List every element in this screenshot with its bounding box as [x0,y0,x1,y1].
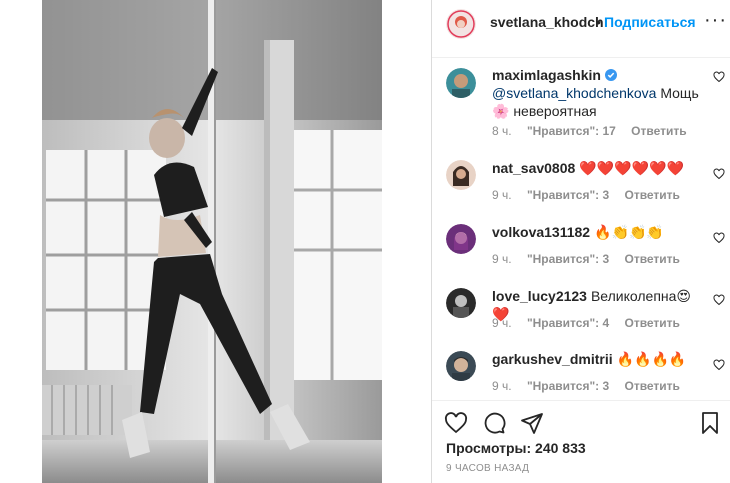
commenter-avatar[interactable] [446,68,476,98]
views-count[interactable]: Просмотры: 240 833 [446,440,586,456]
comment-like-icon[interactable] [713,168,725,180]
comment-meta: 9 ч. "Нравится": 3 Ответить [492,379,692,393]
paper-plane-icon[interactable] [520,411,544,435]
reply-button[interactable]: Ответить [631,124,686,138]
commenter-avatar[interactable] [446,351,476,381]
comment-text: nat_sav0808 ❤️❤️❤️❤️❤️❤️ [492,159,702,177]
comment-time[interactable]: 8 ч. [492,124,512,138]
bookmark-icon[interactable] [698,411,722,435]
comment-item: love_lucy2123 Великолепна😍❤️ 9 ч. "Нравит… [432,286,730,336]
comment-body: ❤️❤️❤️❤️❤️❤️ [579,160,684,176]
comment-time[interactable]: 9 ч. [492,188,512,202]
heart-outline-icon[interactable] [444,411,468,435]
comment-time[interactable]: 9 ч. [492,316,512,330]
comment-likes[interactable]: "Нравится": 17 [527,124,616,138]
comment-like-icon[interactable] [713,359,725,371]
follow-button[interactable]: Подписаться [604,14,696,30]
commenter-avatar[interactable] [446,160,476,190]
comment-item: garkushev_dmitrii 🔥🔥🔥🔥 9 ч. "Нравится": 3… [432,349,730,399]
verified-badge-icon [604,69,617,81]
comment-text: maximlagashkin @svetlana_khodchenkova Мощ… [492,66,702,120]
post-side-panel: svetlana_khodch • Подписаться ··· maximl… [432,0,730,483]
more-options-icon[interactable]: ··· [704,10,726,32]
comment-item: nat_sav0808 ❤️❤️❤️❤️❤️❤️ 9 ч. "Нравится":… [432,158,730,208]
reply-button[interactable]: Ответить [624,188,679,202]
post-media-area [0,0,432,483]
comment-likes[interactable]: "Нравится": 3 [527,252,609,266]
author-avatar[interactable] [446,9,476,39]
comment-username[interactable]: nat_sav0808 [492,160,575,176]
reply-button[interactable]: Ответить [624,316,679,330]
comment-like-icon[interactable] [713,71,725,83]
comment-meta: 9 ч. "Нравится": 4 Ответить [492,316,692,330]
pole-dancer-photo [42,0,382,483]
comment-username[interactable]: volkova131182 [492,224,590,240]
comment-like-icon[interactable] [713,232,725,244]
comment-username[interactable]: maximlagashkin [492,67,601,83]
post-photo[interactable] [42,0,382,483]
comment-bubble-icon[interactable] [482,411,506,435]
comment-body: 🔥👏👏👏 [594,224,664,240]
commenter-avatar[interactable] [446,288,476,318]
author-username[interactable]: svetlana_khodch [490,14,604,30]
comment-time[interactable]: 9 ч. [492,379,512,393]
reply-button[interactable]: Ответить [624,379,679,393]
header-separator: • [596,14,601,30]
comment-likes[interactable]: "Нравится": 3 [527,379,609,393]
comment-meta: 8 ч. "Нравится": 17 Ответить [492,124,699,138]
comment-meta: 9 ч. "Нравится": 3 Ответить [492,188,692,202]
comment-text: volkova131182 🔥👏👏👏 [492,223,702,241]
comment-like-icon[interactable] [713,294,725,306]
comment-username[interactable]: garkushev_dmitrii [492,351,613,367]
commenter-avatar[interactable] [446,224,476,254]
comment-mention[interactable]: @svetlana_khodchenkova [492,85,656,101]
comment-time[interactable]: 9 ч. [492,252,512,266]
reply-button[interactable]: Ответить [624,252,679,266]
comment-likes[interactable]: "Нравится": 4 [527,316,609,330]
comment-likes[interactable]: "Нравится": 3 [527,188,609,202]
comment-body: 🔥🔥🔥🔥 [616,351,687,367]
comment-username[interactable]: love_lucy2123 [492,288,587,304]
comment-item: maximlagashkin @svetlana_khodchenkova Мощ… [432,64,730,144]
comment-item: volkova131182 🔥👏👏👏 9 ч. "Нравится": 3 Отв… [432,222,730,272]
comment-meta: 9 ч. "Нравится": 3 Ответить [492,252,692,266]
post-header: svetlana_khodch • Подписаться ··· [432,0,730,58]
comment-text: garkushev_dmitrii 🔥🔥🔥🔥 [492,350,702,368]
post-timestamp[interactable]: 9 ЧАСОВ НАЗАД [446,463,529,474]
